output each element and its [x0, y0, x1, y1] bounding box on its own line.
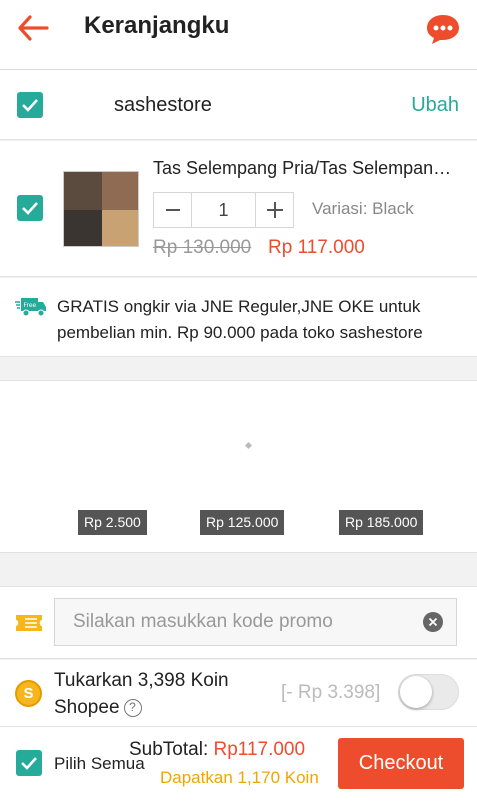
plus-icon: [266, 202, 283, 218]
coins-deduction: [- Rp 3.398]: [281, 682, 381, 703]
price-ruler: Rp 2.500 Rp 125.000 Rp 185.000: [0, 380, 477, 553]
promo-code-input[interactable]: [55, 599, 395, 645]
item-checkbox[interactable]: [17, 195, 43, 221]
shop-name[interactable]: sashestore: [114, 94, 212, 117]
clear-icon[interactable]: [423, 612, 443, 632]
variant-selector[interactable]: Variasi: Black: [312, 199, 414, 219]
toggle-knob: [400, 676, 432, 708]
increase-button[interactable]: [256, 193, 293, 227]
product-thumbnail[interactable]: [63, 171, 139, 247]
svg-text:Free: Free: [24, 302, 37, 309]
price-tick: Rp 2.500: [78, 510, 147, 535]
shop-row: sashestore Ubah: [0, 70, 477, 198]
coins-redeem-label: Tukarkan 3,398 Koin Shopee?: [54, 667, 274, 721]
app-bar: Keranjangku: [0, 0, 477, 70]
coins-label-line1: Tukarkan 3,398 Koin: [54, 670, 229, 691]
coins-toggle[interactable]: [398, 674, 459, 710]
free-shipping-truck-icon: Free: [15, 298, 46, 317]
help-icon[interactable]: ?: [123, 698, 142, 717]
promo-row: [0, 586, 477, 659]
quantity-value[interactable]: 1: [191, 193, 256, 227]
minus-icon: [165, 209, 180, 211]
select-all-checkbox[interactable]: [16, 750, 42, 776]
shop-checkbox[interactable]: [17, 92, 43, 118]
back-arrow-icon[interactable]: [16, 14, 50, 42]
promo-code-field: [54, 598, 457, 646]
subtotal-value: Rp117.000: [213, 739, 306, 760]
coins-label-line2: Shopee: [54, 697, 120, 718]
chat-icon[interactable]: [425, 12, 461, 46]
edit-button[interactable]: Ubah: [411, 94, 459, 117]
subtotal: SubTotal: Rp117.000: [129, 739, 305, 761]
free-shipping-banner: Free GRATIS ongkir via JNE Reguler,JNE O…: [0, 278, 477, 357]
check-icon: [22, 202, 38, 215]
voucher-icon: [16, 615, 42, 631]
product-name[interactable]: Tas Selempang Pria/Tas Selempang Pria: [153, 158, 458, 179]
page-title: Keranjangku: [84, 12, 230, 39]
price-tick: Rp 125.000: [200, 510, 285, 535]
checkout-bar: Pilih Semua SubTotal: Rp117.000 Dapatkan…: [0, 727, 477, 801]
ruler-marker: [244, 441, 253, 450]
earn-coins-text: Dapatkan 1,170 Koin: [160, 768, 319, 787]
quantity-stepper: 1: [153, 192, 294, 228]
coins-row: S Tukarkan 3,398 Koin Shopee? [- Rp 3.39…: [0, 660, 477, 727]
thumbnail-tile: [64, 210, 102, 246]
decrease-button[interactable]: [154, 193, 191, 227]
original-price: Rp 130.000: [153, 237, 252, 258]
thumbnail-tile: [64, 172, 102, 210]
check-icon: [21, 757, 37, 770]
price-tick: Rp 185.000: [339, 510, 424, 535]
thumbnail-tile: [102, 172, 138, 210]
checkout-button[interactable]: Checkout: [338, 738, 464, 789]
shopee-coin-icon: S: [15, 680, 42, 707]
subtotal-label: SubTotal:: [129, 739, 214, 760]
thumbnail-tile: [102, 210, 138, 246]
free-shipping-text: GRATIS ongkir via JNE Reguler,JNE OKE un…: [57, 297, 423, 342]
check-icon: [22, 99, 38, 112]
item-price: Rp 117.000: [268, 237, 365, 258]
cart-item: Tas Selempang Pria/Tas Selempang Pria 1 …: [0, 141, 477, 277]
